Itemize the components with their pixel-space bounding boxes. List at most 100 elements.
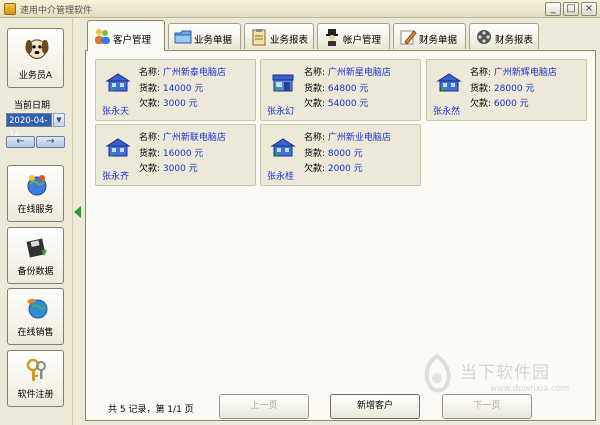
salesman-button[interactable]: 业务员A xyxy=(7,28,64,88)
contact-name: 张永桂 xyxy=(267,172,295,182)
date-field[interactable]: 2020-04-14 xyxy=(6,113,52,140)
software-register-button[interactable]: 软件注册 xyxy=(7,350,64,407)
chevron-down-icon: ▼ xyxy=(56,116,62,124)
owed-value: 54000 元 xyxy=(327,99,369,109)
window-title: 速用中介管理软件 xyxy=(20,6,93,16)
goods-value: 8000 元 xyxy=(327,149,363,159)
tab-business-orders[interactable]: 业务单据 xyxy=(168,23,241,49)
owed-value: 2000 元 xyxy=(327,164,363,174)
add-customer-button[interactable]: 新增客户 xyxy=(330,394,420,419)
online-sales-button[interactable]: 在线销售 xyxy=(7,288,64,345)
contact-name: 张永天 xyxy=(102,107,130,117)
sidebar: 业务员A 当前日期 2020-04-14 ▼ ← → 在线服务 备份数据 在线销… xyxy=(0,18,72,425)
dog-icon xyxy=(25,39,49,59)
title-bar: 速用中介管理软件 _ □ × xyxy=(0,0,600,18)
app-window: 速用中介管理软件 _ □ × 业务员A 当前日期 2020-04-14 ▼ ← … xyxy=(0,0,600,425)
name-label: 名称: xyxy=(139,133,161,143)
online-service-button[interactable]: 在线服务 xyxy=(7,165,64,222)
shop-icon xyxy=(105,138,131,157)
software-register-label: 软件注册 xyxy=(17,390,54,400)
customer-name: 广州新星电脑店 xyxy=(327,68,391,78)
next-date-button[interactable]: → xyxy=(36,136,65,148)
minimize-button[interactable]: _ xyxy=(545,2,561,16)
shop-icon xyxy=(105,73,131,92)
owed-label: 欠款: xyxy=(470,99,492,109)
salesman-label: 业务员A xyxy=(18,71,53,81)
online-sales-label: 在线销售 xyxy=(17,328,54,338)
goods-label: 货款: xyxy=(139,84,161,94)
tab-finance-reports[interactable]: 财务报表 xyxy=(469,23,539,49)
tab-label: 帐户管理 xyxy=(343,35,382,46)
tab-account-management[interactable]: 帐户管理 xyxy=(317,23,390,49)
current-date-label: 当前日期 xyxy=(14,101,51,111)
customer-card[interactable]: 名称: 广州新泰电脑店 货款: 14000 元 张永天 欠款: 3000 元 xyxy=(95,59,256,121)
tab-label: 财务报表 xyxy=(495,35,534,46)
previous-date-button[interactable]: ← xyxy=(6,136,35,148)
watermark-text: 当下软件园 xyxy=(460,363,550,383)
tab-label: 业务单据 xyxy=(194,35,233,46)
people-icon xyxy=(95,29,110,44)
customer-name: 广州新辉电脑店 xyxy=(493,68,557,78)
goods-label: 货款: xyxy=(304,84,326,94)
globe-phone-icon xyxy=(27,298,48,319)
globe-people-icon xyxy=(27,175,47,196)
customer-name: 广州新业电脑店 xyxy=(327,133,391,143)
customer-name: 广州新联电脑店 xyxy=(162,133,226,143)
previous-page-button[interactable]: 上一页 xyxy=(219,394,309,419)
owed-value: 3000 元 xyxy=(162,99,198,109)
owed-label: 欠款: xyxy=(139,164,161,174)
film-reel-icon xyxy=(477,30,491,44)
shop-icon xyxy=(271,74,294,92)
customer-card[interactable]: 名称: 广州新联电脑店 货款: 16000 元 张永齐 欠款: 3000 元 xyxy=(95,124,256,186)
person-hat-icon xyxy=(326,29,338,46)
owed-label: 欠款: xyxy=(304,99,326,109)
folder-icon xyxy=(174,30,192,44)
backup-data-button[interactable]: 备份数据 xyxy=(7,227,64,284)
sidebar-splitter[interactable] xyxy=(72,18,82,425)
tab-label: 财务单据 xyxy=(419,35,458,46)
watermark-logo-icon xyxy=(424,354,451,393)
collapse-arrow-icon[interactable] xyxy=(74,206,81,218)
maximize-button[interactable]: □ xyxy=(563,2,579,16)
tab-customer-management[interactable]: 客户管理 xyxy=(87,20,165,51)
backup-data-label: 备份数据 xyxy=(17,267,54,277)
shop-icon xyxy=(436,73,462,92)
tab-business-reports[interactable]: 业务报表 xyxy=(244,23,314,49)
customer-card[interactable]: 名称: 广州新业电脑店 货款: 8000 元 张永桂 欠款: 2000 元 xyxy=(260,124,421,186)
name-label: 名称: xyxy=(470,68,492,78)
goods-label: 货款: xyxy=(470,84,492,94)
date-dropdown-button[interactable]: ▼ xyxy=(53,113,65,127)
shop-icon xyxy=(270,138,296,157)
tab-finance-orders[interactable]: 财务单据 xyxy=(393,23,466,49)
contact-name: 张永齐 xyxy=(102,172,130,182)
watermark-url: www.downxia.com xyxy=(490,384,570,394)
goods-label: 货款: xyxy=(304,149,326,159)
customer-card[interactable]: 名称: 广州新星电脑店 货款: 64800 元 张永幻 欠款: 54000 元 xyxy=(260,59,421,121)
owed-label: 欠款: xyxy=(304,164,326,174)
app-icon xyxy=(4,3,16,15)
tab-bar: 客户管理 业务单据 业务报表 帐户管理 财务单据 财务报表 xyxy=(84,20,596,51)
clipboard-icon xyxy=(252,29,266,46)
customer-card[interactable]: 名称: 广州新辉电脑店 货款: 28000 元 张永然 欠款: 6000 元 xyxy=(426,59,587,121)
tab-label: 客户管理 xyxy=(113,35,152,46)
goods-value: 64800 元 xyxy=(327,84,369,94)
goods-label: 货款: xyxy=(139,149,161,159)
contact-name: 张永然 xyxy=(433,107,461,117)
record-count-text: 共 5 记录，第 1/1 页 xyxy=(108,405,194,415)
name-label: 名称: xyxy=(304,133,326,143)
customer-name: 广州新泰电脑店 xyxy=(162,68,226,78)
keys-icon xyxy=(26,358,46,381)
disk-backup-icon xyxy=(26,238,47,258)
online-service-label: 在线服务 xyxy=(17,205,54,215)
goods-value: 14000 元 xyxy=(162,84,204,94)
goods-value: 16000 元 xyxy=(162,149,204,159)
pencil-icon xyxy=(400,30,417,45)
name-label: 名称: xyxy=(139,68,161,78)
name-label: 名称: xyxy=(304,68,326,78)
owed-label: 欠款: xyxy=(139,99,161,109)
watermark: 当下软件园 www.downxia.com xyxy=(420,352,600,422)
close-button[interactable]: × xyxy=(581,2,597,16)
owed-value: 3000 元 xyxy=(162,164,198,174)
tab-label: 业务报表 xyxy=(270,35,309,46)
goods-value: 28000 元 xyxy=(493,84,535,94)
